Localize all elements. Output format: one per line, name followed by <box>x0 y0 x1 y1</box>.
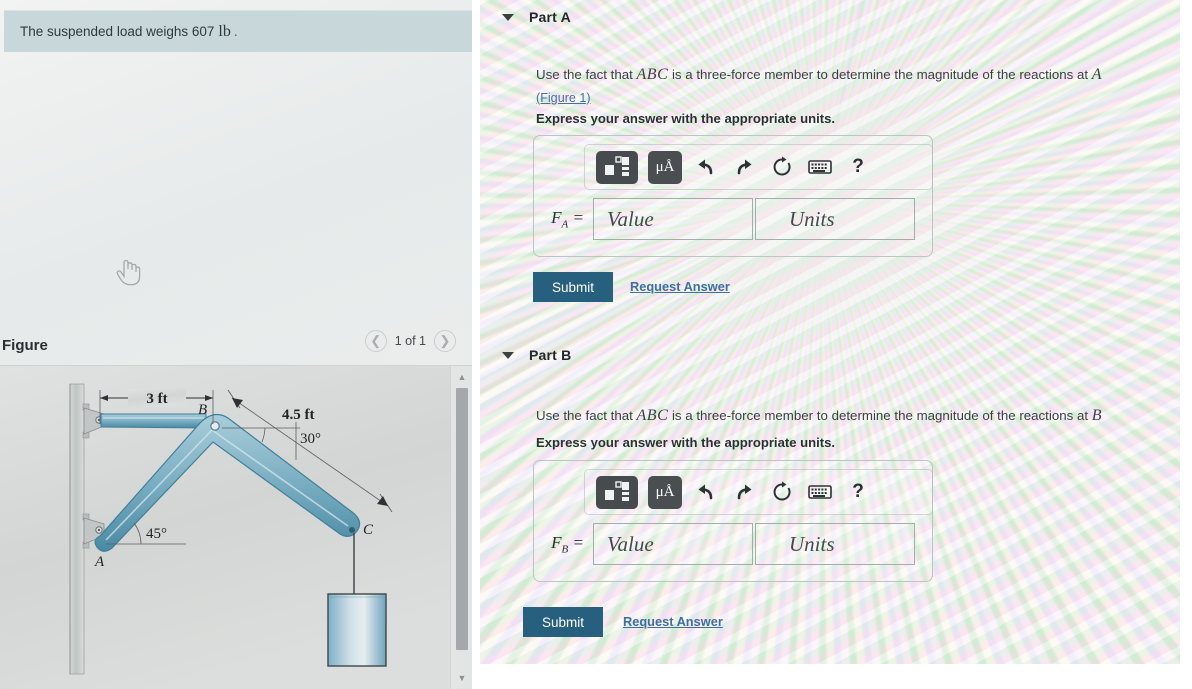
load-banner-text: The suspended load weighs 607 <box>20 24 215 39</box>
caret-down-icon[interactable] <box>502 351 514 359</box>
help-question-icon[interactable]: ? <box>844 478 872 506</box>
part-b-answer-box: μÅ ? FB = Value Units <box>533 460 933 582</box>
part-b-toolbar: μÅ ? <box>584 469 933 515</box>
math-template-icon[interactable] <box>596 475 638 509</box>
help-question-icon[interactable]: ? <box>844 153 872 181</box>
reset-circle-icon[interactable] <box>768 153 796 181</box>
panel-edge <box>472 0 480 689</box>
part-a-prompt: Use the fact that ABC is a three-force m… <box>536 63 1161 108</box>
figure-title: Figure <box>2 336 48 354</box>
figure-next-button[interactable]: ❯ <box>434 330 456 352</box>
keyboard-icon[interactable] <box>806 153 834 181</box>
figure-page-label: 1 of 1 <box>394 334 426 348</box>
figure-scrollbar[interactable]: ▲ ▼ <box>450 366 472 689</box>
part-b-express-note: Express your answer with the appropriate… <box>536 435 836 450</box>
figure-viewport[interactable]: 3 ft B 4.5 ft 30° 45° A C <box>0 366 450 689</box>
screenshot-root: The suspended load weighs 607 lb . Figur… <box>0 0 1192 689</box>
parts-container: Part A Use the fact that ABC is a three-… <box>480 0 1192 664</box>
part-b-prompt-math2: B <box>1091 407 1103 424</box>
scroll-up-arrow-icon[interactable]: ▲ <box>451 368 473 386</box>
part-b-submit-button[interactable]: Submit <box>523 607 603 637</box>
math-template-icon[interactable] <box>596 150 638 184</box>
help-label: ? <box>852 481 864 502</box>
svg-text:3 ft: 3 ft <box>146 391 167 407</box>
part-a-prompt-post: is a three-force member to determine the… <box>668 67 1092 82</box>
suspended-load-banner: The suspended load weighs 607 lb . <box>4 10 472 52</box>
part-b-value-placeholder: Value <box>607 531 654 556</box>
right-edge <box>1180 0 1192 689</box>
svg-text:30°: 30° <box>300 431 321 447</box>
part-a-express-note: Express your answer with the appropriate… <box>536 111 836 126</box>
part-b-prompt-pre: Use the fact that <box>536 408 637 423</box>
undo-arrow-icon[interactable] <box>692 153 720 181</box>
part-a-value-input[interactable]: Value <box>593 198 753 240</box>
part-a-prompt-math: ABC <box>636 66 669 83</box>
part-b-units-input[interactable]: Units <box>755 523 915 565</box>
figure-prev-button[interactable]: ❮ <box>364 330 387 352</box>
part-a-toolbar: μÅ ? <box>584 144 933 190</box>
scroll-down-arrow-icon[interactable]: ▼ <box>451 669 473 687</box>
part-b-request-answer-link[interactable]: Request Answer <box>623 614 723 629</box>
figure-pager: ❮ 1 of 1 ❯ <box>364 330 456 352</box>
help-label: ? <box>852 156 864 177</box>
part-b-units-placeholder: Units <box>789 531 835 556</box>
undo-arrow-icon[interactable] <box>692 478 720 506</box>
units-mu-angstrom-icon[interactable]: μÅ <box>648 475 682 509</box>
part-b-prompt: Use the fact that ABC is a three-force m… <box>536 404 1166 429</box>
part-a-label: Part A <box>529 9 571 25</box>
bracket-truss-diagram: 3 ft B 4.5 ft 30° 45° A C <box>0 366 450 689</box>
units-label: μÅ <box>655 158 675 175</box>
part-a-answer-row: FA = Value Units <box>546 198 915 240</box>
part-b-header[interactable]: Part B <box>502 347 571 363</box>
figure-1-link[interactable]: (Figure 1) <box>536 89 1161 109</box>
part-b-prompt-math: ABC <box>636 407 669 424</box>
part-a-header[interactable]: Part A <box>502 9 571 25</box>
load-banner-period: . <box>233 24 238 39</box>
part-a-prompt-pre: Use the fact that <box>536 67 637 82</box>
reset-circle-icon[interactable] <box>768 478 796 506</box>
units-mu-angstrom-icon[interactable]: μÅ <box>648 150 682 184</box>
part-a-units-placeholder: Units <box>789 206 835 231</box>
redo-arrow-icon[interactable] <box>730 153 758 181</box>
part-a-request-answer-link[interactable]: Request Answer <box>630 279 730 294</box>
svg-text:C: C <box>363 522 374 538</box>
bottom-edge <box>480 664 1192 689</box>
caret-down-icon[interactable] <box>502 13 514 21</box>
part-a-variable: FA = <box>551 207 584 231</box>
svg-text:4.5 ft: 4.5 ft <box>282 407 315 423</box>
answer-panel: Part A Use the fact that ABC is a three-… <box>480 0 1192 664</box>
hand-pointer-cursor <box>116 259 141 286</box>
part-b-label: Part B <box>529 347 572 363</box>
part-b-prompt-post: is a three-force member to determine the… <box>668 408 1092 423</box>
part-a-prompt-math2: A <box>1091 66 1103 83</box>
keyboard-icon[interactable] <box>806 478 834 506</box>
svg-text:A: A <box>94 554 105 570</box>
figure-panel: The suspended load weighs 607 lb . Figur… <box>0 0 480 689</box>
scrollbar-thumb[interactable] <box>456 388 468 650</box>
part-a-answer-box: μÅ ? FA = Value Units <box>533 135 933 257</box>
part-a-units-input[interactable]: Units <box>755 198 915 240</box>
svg-text:B: B <box>198 402 207 418</box>
part-b-variable: FB = <box>551 532 584 556</box>
part-a-submit-button[interactable]: Submit <box>533 272 613 302</box>
part-a-value-placeholder: Value <box>607 206 654 231</box>
redo-arrow-icon[interactable] <box>730 478 758 506</box>
part-b-answer-row: FB = Value Units <box>546 523 915 565</box>
figure-header: Figure ❮ 1 of 1 ❯ <box>0 328 472 362</box>
svg-text:45°: 45° <box>146 526 167 542</box>
units-label: μÅ <box>655 483 675 500</box>
load-banner-unit: lb <box>218 22 231 40</box>
part-b-value-input[interactable]: Value <box>593 523 753 565</box>
